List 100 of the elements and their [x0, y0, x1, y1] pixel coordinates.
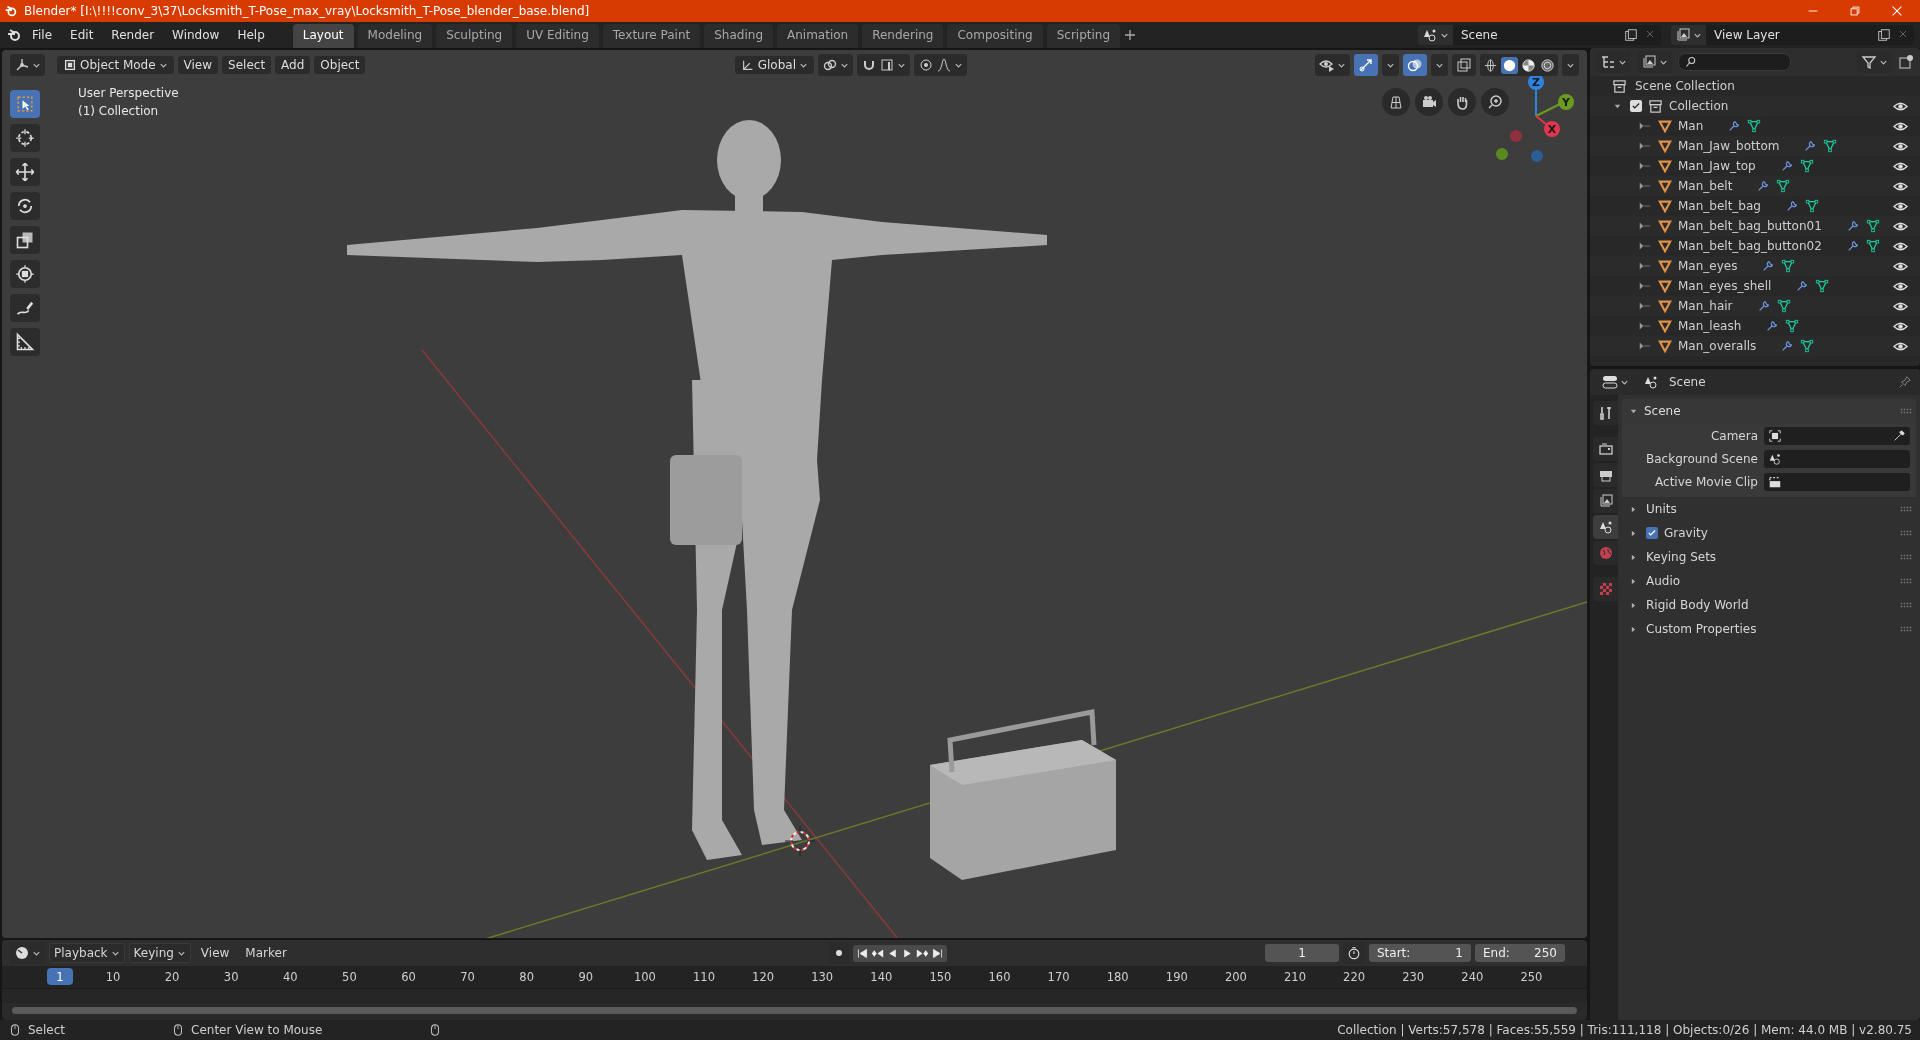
workspace-tab[interactable]: Layout	[292, 24, 354, 48]
camera-view-button[interactable]	[1415, 88, 1443, 116]
zoom-button[interactable]	[1481, 88, 1509, 116]
close-icon[interactable]	[1897, 28, 1909, 40]
vertex-triangle-icon[interactable]	[1785, 319, 1800, 333]
gizmo-toggle[interactable]	[1354, 54, 1378, 76]
panel-header[interactable]: Audio	[1646, 574, 1894, 588]
tree-item[interactable]: Man_eyes_shell	[1678, 279, 1772, 293]
eyedropper-icon[interactable]	[1892, 429, 1906, 443]
vertex-triangle-icon[interactable]	[1865, 239, 1880, 253]
duplicate-icon[interactable]	[1877, 28, 1891, 42]
properties-tab[interactable]	[1593, 489, 1618, 513]
checkbox[interactable]	[1630, 100, 1642, 112]
playback-button[interactable]	[856, 946, 869, 960]
wrench-icon[interactable]	[1795, 279, 1810, 293]
current-frame-field[interactable]: 1	[1265, 944, 1339, 962]
tool-button[interactable]	[10, 158, 40, 186]
wrench-icon[interactable]	[1761, 259, 1776, 273]
duplicate-icon[interactable]	[1624, 28, 1638, 42]
tree-item[interactable]: Man_leash	[1678, 319, 1742, 333]
scrollbar[interactable]	[12, 1007, 1577, 1014]
search-field[interactable]	[1678, 53, 1791, 71]
menu-item[interactable]: Marker	[239, 944, 293, 962]
new-collection-icon[interactable]	[1898, 54, 1914, 70]
workspace-tab[interactable]: Animation	[777, 24, 859, 48]
tool-button[interactable]	[10, 328, 40, 356]
menu-dropdown[interactable]: Keying	[128, 943, 191, 963]
panel-header[interactable]: Rigid Body World	[1646, 598, 1894, 612]
menu-item[interactable]: Add	[275, 56, 311, 74]
wrench-icon[interactable]	[1727, 119, 1742, 133]
playhead[interactable]: 1	[47, 968, 73, 985]
xray-toggle[interactable]	[1452, 54, 1476, 76]
tree-item[interactable]: Man_belt_bag_button01	[1678, 219, 1822, 233]
vertex-triangle-icon[interactable]	[1776, 299, 1791, 313]
visibility-button[interactable]	[1315, 54, 1350, 76]
tool-button[interactable]	[10, 124, 40, 152]
object-field[interactable]	[1764, 473, 1910, 491]
shading-mode-button[interactable]	[1539, 56, 1556, 74]
wrench-icon[interactable]	[1756, 179, 1771, 193]
panel-header[interactable]: Custom Properties	[1646, 622, 1894, 636]
vertex-triangle-icon[interactable]	[1776, 179, 1791, 193]
properties-tab[interactable]	[1593, 463, 1618, 487]
menu-item[interactable]: Object	[314, 56, 366, 74]
tool-button[interactable]	[10, 260, 40, 288]
workspace-tab[interactable]: Rendering	[862, 24, 944, 48]
vertex-triangle-icon[interactable]	[1815, 279, 1830, 293]
properties-tab[interactable]	[1593, 515, 1618, 539]
menu-item[interactable]: Render	[103, 25, 163, 45]
object-field[interactable]	[1764, 427, 1910, 445]
app-logo-icon[interactable]	[6, 27, 22, 43]
workspace-tab[interactable]: Shading	[704, 24, 773, 48]
menu-item[interactable]: Window	[164, 25, 228, 45]
wrench-icon[interactable]	[1803, 139, 1818, 153]
properties-tab[interactable]	[1593, 437, 1618, 461]
maximize-icon[interactable]	[1848, 4, 1862, 18]
menu-dropdown[interactable]: Playback	[49, 943, 125, 963]
workspace-tab[interactable]: Scripting	[1046, 24, 1121, 48]
proportional-edit-button[interactable]	[914, 54, 967, 76]
shading-mode-button[interactable]	[1482, 56, 1499, 74]
overlay-dropdown[interactable]	[1431, 54, 1448, 76]
workspace-tab[interactable]: Texture Paint	[602, 24, 701, 48]
shading-mode-button[interactable]	[1520, 56, 1537, 74]
vertex-triangle-icon[interactable]	[1799, 159, 1814, 173]
end-frame-field[interactable]: End: 250	[1475, 944, 1565, 962]
snap-button[interactable]	[857, 54, 910, 76]
tool-button[interactable]	[10, 192, 40, 220]
pin-icon[interactable]	[1898, 375, 1912, 389]
wrench-icon[interactable]	[1765, 319, 1780, 333]
workspace-tab[interactable]: UV Editing	[516, 24, 599, 48]
pan-button[interactable]	[1448, 88, 1476, 116]
tree-item[interactable]: Man_eyes	[1678, 259, 1738, 273]
close-icon[interactable]	[1890, 4, 1904, 18]
workspace-tab[interactable]: Sculpting	[436, 24, 513, 48]
tool-button[interactable]	[10, 90, 40, 118]
tree-item[interactable]: Man	[1678, 119, 1704, 133]
vertex-triangle-icon[interactable]	[1747, 119, 1762, 133]
playback-button[interactable]	[931, 946, 944, 960]
axis-handle[interactable]: X	[1544, 121, 1560, 137]
vertex-triangle-icon[interactable]	[1800, 339, 1815, 353]
object-field[interactable]	[1764, 450, 1910, 468]
close-icon[interactable]	[1644, 28, 1656, 40]
menu-item[interactable]: Edit	[62, 25, 102, 45]
grid-view-button[interactable]	[1382, 88, 1410, 116]
panel-header[interactable]: Gravity	[1664, 526, 1894, 540]
tree-item[interactable]: Man_belt_bag_button02	[1678, 239, 1822, 253]
shading-dropdown[interactable]	[1562, 54, 1579, 76]
tree-item[interactable]: Man_overalls	[1678, 339, 1757, 353]
panel-header[interactable]: Units	[1646, 502, 1894, 516]
menu-item[interactable]: File	[24, 25, 61, 45]
orientation-dropdown[interactable]: Global	[734, 56, 814, 74]
workspace-tab[interactable]: Compositing	[947, 24, 1043, 48]
gizmo-dropdown[interactable]	[1382, 54, 1399, 76]
tree-item[interactable]: Man_belt	[1678, 179, 1733, 193]
tree-item[interactable]: Man_Jaw_top	[1678, 159, 1756, 173]
editor-type-button[interactable]	[10, 54, 45, 76]
vertex-triangle-icon[interactable]	[1804, 199, 1819, 213]
workspace-tab[interactable]: Modeling	[357, 24, 433, 48]
start-frame-field[interactable]: Start: 1	[1369, 944, 1471, 962]
tree-item[interactable]: Collection	[1669, 99, 1729, 113]
menu-item[interactable]: Help	[229, 25, 273, 45]
